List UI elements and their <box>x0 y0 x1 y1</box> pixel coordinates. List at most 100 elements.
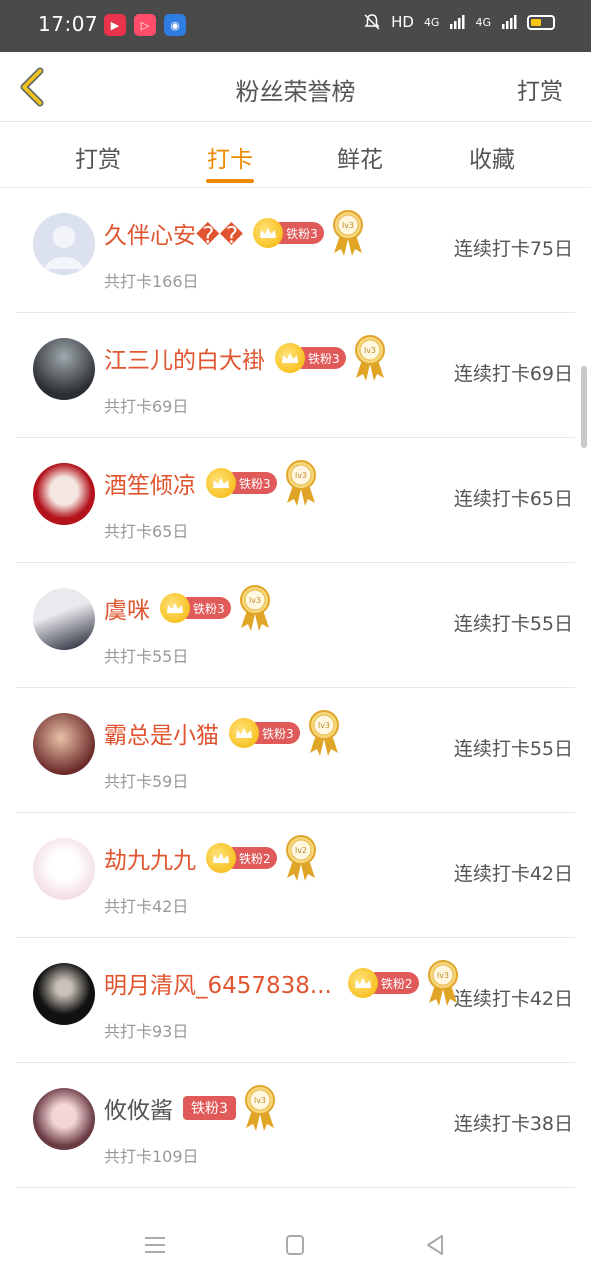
list-item[interactable]: 明月清风_6457838... 铁粉2 lv3 共打卡93日 连续打卡42日 <box>16 938 575 1063</box>
fan-name[interactable]: 江三儿的白大褂 <box>104 341 265 375</box>
tab-favorites[interactable]: 收藏 <box>432 140 552 174</box>
fan-name[interactable]: 虞咪 <box>104 591 150 625</box>
player-app-icon: ▷ <box>134 14 156 36</box>
total-checkin: 共打卡42日 <box>104 897 189 916</box>
level-medal-icon: lv3 <box>332 210 363 256</box>
medal-level-label: lv3 <box>318 721 330 730</box>
total-checkin: 共打卡69日 <box>104 397 189 416</box>
list-item[interactable]: 霸总是小猫 铁粉3 lv3 共打卡59日 连续打卡55日 <box>16 688 575 813</box>
avatar[interactable] <box>33 588 95 650</box>
home-icon[interactable] <box>280 1230 310 1260</box>
status-bar: 17:07 ▶ ▷ ◉ HD 4G 4G <box>0 0 591 52</box>
medal-level-label: lv3 <box>254 1096 266 1105</box>
back-triangle-icon[interactable] <box>420 1230 450 1260</box>
name-line: 劫九九九 铁粉2 lv2 <box>104 835 319 881</box>
system-nav-bar <box>0 1210 591 1280</box>
streak-checkin: 连续打卡55日 <box>453 613 573 635</box>
tab-checkin[interactable]: 打卡 <box>170 140 290 174</box>
medal-level-label: lv3 <box>436 971 448 980</box>
total-checkin: 共打卡93日 <box>104 1022 189 1041</box>
list-item[interactable]: 攸攸酱 铁粉3 lv3 共打卡109日 连续打卡38日 <box>16 1063 575 1188</box>
fan-name[interactable]: 明月清风_6457838... <box>104 966 332 1000</box>
video-app-icon: ▶ <box>104 14 126 36</box>
name-line: 江三儿的白大褂 铁粉3 lv3 <box>104 335 388 381</box>
header-bar: 粉丝荣誉榜 打赏 <box>0 52 591 122</box>
avatar[interactable] <box>33 1088 95 1150</box>
page-title: 粉丝荣誉榜 <box>235 78 356 106</box>
reward-button[interactable]: 打赏 <box>517 72 563 106</box>
crown-icon <box>275 343 305 373</box>
signal-4g-label-2: 4G <box>475 15 491 29</box>
status-time: 17:07 <box>38 12 99 36</box>
medal-level-label: lv3 <box>295 471 307 480</box>
total-checkin: 共打卡55日 <box>104 647 189 666</box>
level-medal-icon: lv3 <box>285 460 316 506</box>
list-item[interactable]: 虞咪 铁粉3 lv3 共打卡55日 连续打卡55日 <box>16 563 575 688</box>
fan-name[interactable]: 劫九九九 <box>104 841 196 875</box>
list-item[interactable]: 劫九九九 铁粉2 lv2 共打卡42日 连续打卡42日 <box>16 813 575 938</box>
hd-label: HD <box>391 13 414 31</box>
list-item[interactable]: 酒笙倾凉 铁粉3 lv3 共打卡65日 连续打卡65日 <box>16 438 575 563</box>
medal-level-label: lv2 <box>295 846 307 855</box>
fan-name[interactable]: 酒笙倾凉 <box>104 466 196 500</box>
avatar[interactable] <box>33 213 95 275</box>
fan-list: 久伴心安�� 铁粉3 lv3 共打卡166日 连续打卡75日 江三儿的白大褂 铁… <box>0 188 591 1188</box>
medal-level-label: lv3 <box>342 221 354 230</box>
streak-checkin: 连续打卡69日 <box>453 363 573 385</box>
avatar[interactable] <box>33 838 95 900</box>
streak-checkin: 连续打卡38日 <box>453 1113 573 1135</box>
list-item[interactable]: 江三儿的白大褂 铁粉3 lv3 共打卡69日 连续打卡69日 <box>16 313 575 438</box>
streak-checkin: 连续打卡75日 <box>453 238 573 260</box>
streak-checkin: 连续打卡42日 <box>453 863 573 885</box>
mute-bell-icon <box>364 14 380 30</box>
crown-icon <box>206 843 236 873</box>
status-right: HD 4G 4G <box>363 13 555 31</box>
fan-name[interactable]: 攸攸酱 <box>104 1091 173 1125</box>
menu-icon[interactable] <box>140 1230 170 1260</box>
level-medal-icon: lv3 <box>354 335 385 381</box>
battery-icon <box>527 14 555 30</box>
total-checkin: 共打卡166日 <box>104 272 199 291</box>
name-line: 攸攸酱 铁粉3 lv3 <box>104 1085 278 1131</box>
tab-bar: 打赏 打卡 鲜花 收藏 <box>0 122 591 188</box>
tab-flowers[interactable]: 鲜花 <box>300 140 420 174</box>
browser-app-icon: ◉ <box>164 14 186 36</box>
level-medal-icon: lv2 <box>285 835 316 881</box>
scrollbar[interactable] <box>581 366 587 448</box>
signal-4g-label-1: 4G <box>423 15 440 29</box>
crown-icon <box>253 218 284 248</box>
name-line: 霸总是小猫 铁粉3 lv3 <box>104 710 342 756</box>
active-tab-indicator <box>206 179 254 183</box>
name-line: 久伴心安�� 铁粉3 lv3 <box>104 210 366 256</box>
name-line: 虞咪 铁粉3 lv3 <box>104 585 273 631</box>
fan-badge: 铁粉3 <box>183 1096 236 1120</box>
level-medal-icon: lv3 <box>244 1085 275 1131</box>
streak-checkin: 连续打卡65日 <box>453 488 573 510</box>
total-checkin: 共打卡65日 <box>104 522 189 541</box>
signal-bars-icon-2 <box>502 15 517 29</box>
level-medal-icon: lv3 <box>239 585 270 631</box>
crown-icon <box>206 468 236 498</box>
total-checkin: 共打卡109日 <box>104 1147 199 1166</box>
notification-icons: ▶ ▷ ◉ <box>104 14 186 36</box>
avatar[interactable] <box>33 463 95 525</box>
avatar[interactable] <box>33 713 95 775</box>
crown-icon <box>347 968 378 998</box>
tab-reward[interactable]: 打赏 <box>38 140 158 174</box>
name-line: 明月清风_6457838... 铁粉2 lv3 <box>104 960 461 1006</box>
fan-name[interactable]: 久伴心安�� <box>104 216 243 250</box>
total-checkin: 共打卡59日 <box>104 772 189 791</box>
crown-icon <box>229 718 259 748</box>
level-medal-icon: lv3 <box>308 710 339 756</box>
avatar[interactable] <box>33 338 95 400</box>
crown-icon <box>160 593 190 623</box>
fan-name[interactable]: 霸总是小猫 <box>104 716 219 750</box>
streak-checkin: 连续打卡42日 <box>453 988 573 1010</box>
medal-level-label: lv3 <box>249 596 261 605</box>
list-item[interactable]: 久伴心安�� 铁粉3 lv3 共打卡166日 连续打卡75日 <box>16 188 575 313</box>
medal-level-label: lv3 <box>364 346 376 355</box>
signal-bars-icon <box>450 15 465 29</box>
streak-checkin: 连续打卡55日 <box>453 738 573 760</box>
avatar[interactable] <box>33 963 95 1025</box>
name-line: 酒笙倾凉 铁粉3 lv3 <box>104 460 319 506</box>
